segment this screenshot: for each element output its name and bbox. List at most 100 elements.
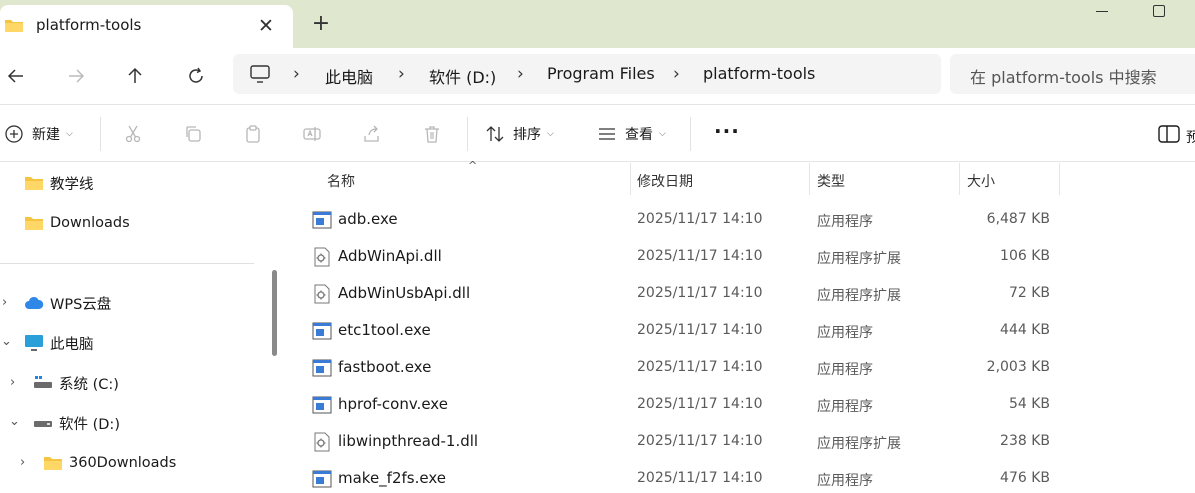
windows-drive-icon [34, 376, 52, 388]
chevron-right-icon: › [398, 64, 405, 84]
sort-ascending-icon: ^ [468, 159, 478, 172]
exe-icon [312, 395, 332, 415]
file-modified-date: 2025/11/17 14:10 [637, 285, 763, 301]
file-row[interactable]: adb.exe 2025/11/17 14:10 应用程序 6,487 KB [310, 201, 1050, 237]
refresh-button[interactable] [182, 62, 210, 90]
divider [467, 117, 468, 151]
sort-label: 排序 [513, 127, 541, 143]
navigation-bar: › 此电脑 › 软件 (D:) › Program Files › platfo… [0, 48, 1195, 104]
details-pane-icon[interactable] [1158, 125, 1180, 143]
file-row[interactable]: AdbWinUsbApi.dll 2025/11/17 14:10 应用程序扩展 72… [310, 275, 1050, 311]
file-name: adb.exe [338, 210, 398, 228]
new-button[interactable]: 新建 ⌵ [4, 119, 73, 149]
file-type: 应用程序扩展 [817, 436, 901, 452]
column-header-size[interactable]: 大小 [967, 171, 995, 191]
column-divider[interactable] [809, 163, 810, 195]
tab-platform-tools[interactable]: platform-tools ✕ [0, 5, 293, 48]
chevron-right-icon: › [293, 64, 300, 84]
file-row[interactable]: AdbWinApi.dll 2025/11/17 14:10 应用程序扩展 106 K… [310, 238, 1050, 274]
sidebar-item-label: Downloads [50, 215, 130, 231]
file-row[interactable]: libwinpthread-1.dll 2025/11/17 14:10 应用程序扩… [310, 423, 1050, 459]
divider [100, 117, 101, 151]
share-icon [364, 125, 379, 142]
file-type: 应用程序 [817, 473, 873, 489]
breadcrumb-platform-tools[interactable]: platform-tools [703, 64, 815, 83]
column-divider[interactable] [959, 163, 960, 195]
copy-icon [186, 126, 201, 142]
file-size: 106 KB [1000, 248, 1050, 264]
sidebar-scrollbar[interactable] [272, 270, 277, 356]
forward-button[interactable] [62, 62, 90, 90]
chevron-down-icon: ⌵ [66, 129, 73, 139]
maximize-icon[interactable] [1153, 5, 1165, 17]
computer-icon [250, 65, 270, 83]
chevron-right-icon: › [673, 64, 680, 84]
sidebar-item-label: 系统 (C:) [59, 376, 119, 393]
exe-icon [312, 469, 332, 489]
command-bar: 新建 ⌵ 排序 ⌵ 查看 ⌵ ··· 预 [0, 104, 1195, 162]
file-name: fastboot.exe [338, 358, 432, 376]
sort-icon [486, 126, 504, 142]
sidebar-item-jiaoxuexian[interactable]: 教学线 [24, 165, 94, 201]
sidebar-item-this-pc[interactable]: 此电脑 [24, 325, 94, 361]
breadcrumb-program-files[interactable]: Program Files [547, 64, 655, 83]
search-input[interactable]: 在 platform-tools 中搜索 [950, 54, 1195, 94]
file-type: 应用程序扩展 [817, 251, 901, 267]
more-options-icon[interactable]: ··· [714, 119, 740, 143]
breadcrumb-this-pc[interactable]: 此电脑 [325, 64, 373, 88]
column-header-date[interactable]: 修改日期 [637, 171, 693, 191]
chevron-right-icon[interactable]: › [20, 455, 25, 470]
file-type: 应用程序 [817, 325, 873, 341]
sidebar-item-label: 360Downloads [69, 455, 177, 471]
trash-icon [425, 126, 439, 143]
folder-icon [44, 457, 62, 470]
chevron-down-icon[interactable]: ⌄ [1, 334, 12, 349]
sort-button[interactable]: 排序 ⌵ [485, 119, 554, 149]
delete-button[interactable] [422, 119, 442, 149]
view-button[interactable]: 查看 ⌵ [597, 119, 666, 149]
file-size: 6,487 KB [986, 211, 1050, 227]
clipboard-icon [246, 125, 260, 143]
sidebar-item-downloads[interactable]: Downloads [24, 205, 130, 241]
paste-button[interactable] [243, 119, 263, 149]
file-row[interactable]: hprof-conv.exe 2025/11/17 14:10 应用程序 54 KB [310, 386, 1050, 422]
column-header-type[interactable]: 类型 [817, 171, 845, 191]
minimize-icon[interactable] [1092, 10, 1112, 14]
file-row[interactable]: make_f2fs.exe 2025/11/17 14:10 应用程序 476 KB [310, 460, 1050, 493]
sidebar-item-drive-d[interactable]: 软件 (D:) [33, 405, 120, 441]
back-button[interactable] [2, 62, 30, 90]
cut-button[interactable] [123, 119, 143, 149]
share-button[interactable] [362, 119, 382, 149]
address-bar[interactable]: › 此电脑 › 软件 (D:) › Program Files › platfo… [233, 54, 941, 94]
chevron-right-icon[interactable]: › [10, 375, 15, 390]
file-modified-date: 2025/11/17 14:10 [637, 433, 763, 449]
divider [690, 117, 691, 151]
column-divider[interactable] [1059, 163, 1060, 195]
rename-button[interactable] [302, 119, 322, 149]
sidebar-item-360downloads[interactable]: 360Downloads [43, 445, 176, 481]
sidebar-item-label: 此电脑 [50, 336, 94, 353]
dll-icon [312, 284, 332, 304]
new-tab-icon[interactable]: + [309, 13, 333, 37]
file-row[interactable]: fastboot.exe 2025/11/17 14:10 应用程序 2,003 KB [310, 349, 1050, 385]
breadcrumb-drive-d[interactable]: 软件 (D:) [429, 64, 496, 88]
column-divider[interactable] [630, 163, 631, 195]
file-row[interactable]: etc1tool.exe 2025/11/17 14:10 应用程序 444 KB [310, 312, 1050, 348]
file-size: 238 KB [1000, 433, 1050, 449]
file-name: libwinpthread-1.dll [338, 432, 479, 450]
up-button[interactable] [121, 62, 149, 90]
column-header-name[interactable]: 名称 [327, 171, 355, 191]
sidebar-item-wps-cloud[interactable]: WPS云盘 [24, 285, 111, 321]
file-name: AdbWinUsbApi.dll [338, 284, 471, 302]
chevron-down-icon[interactable]: ⌄ [9, 414, 20, 429]
file-size: 476 KB [1000, 470, 1050, 486]
file-modified-date: 2025/11/17 14:10 [637, 470, 763, 486]
refresh-icon [189, 67, 203, 83]
close-tab-icon[interactable]: ✕ [255, 15, 277, 37]
copy-button[interactable] [183, 119, 203, 149]
chevron-right-icon[interactable]: › [2, 295, 7, 310]
file-name: make_f2fs.exe [338, 469, 446, 487]
sidebar-item-drive-c[interactable]: 系统 (C:) [33, 365, 119, 401]
folder-icon [5, 20, 23, 32]
file-modified-date: 2025/11/17 14:10 [637, 322, 763, 338]
